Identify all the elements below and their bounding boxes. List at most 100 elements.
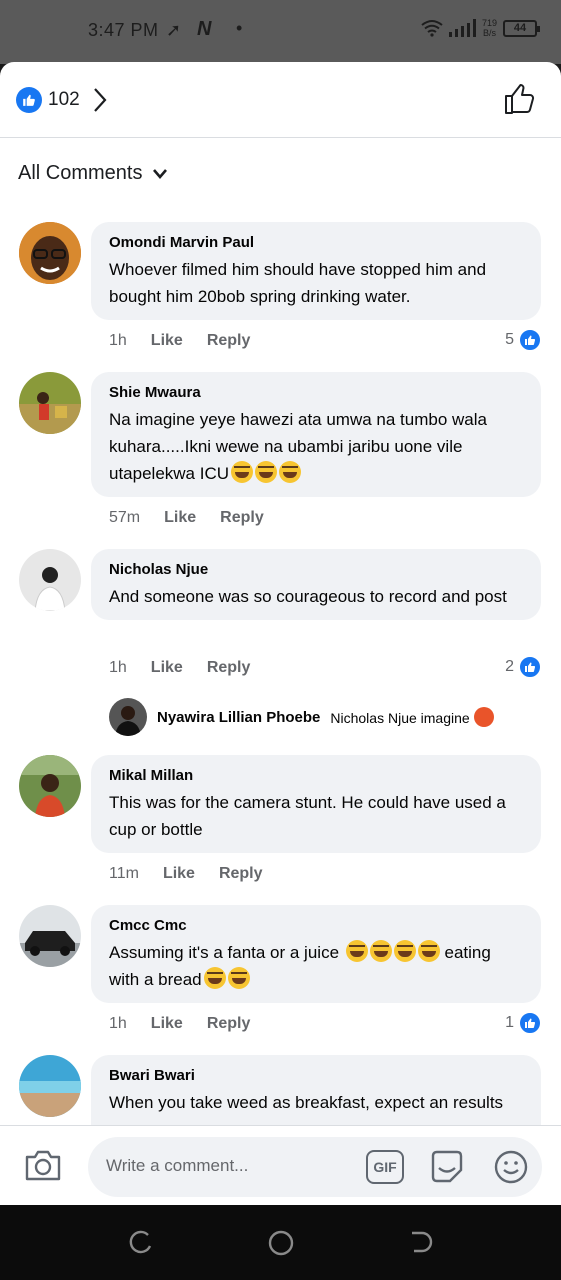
smiley-icon (494, 1150, 528, 1184)
app-notification-icon: N (197, 18, 212, 40)
comment-text: When you take weed as breakfast, expect … (109, 1093, 504, 1112)
comment-actions: 1h Like Reply (109, 659, 250, 677)
comment-bubble: Omondi Marvin Paul Whoever filmed him sh… (91, 222, 541, 320)
comment-like-count[interactable]: 2 (505, 655, 542, 679)
comment-bubble: Cmcc Cmc Assuming it's a fanta or a juic… (91, 905, 541, 1003)
comment-text: Whoever filmed him should have stopped h… (109, 260, 487, 306)
reply-text: Nicholas Njue imagine (330, 707, 494, 727)
like-button[interactable]: Like (163, 865, 195, 883)
comment-actions: 57m Like Reply (109, 509, 264, 527)
comment-time[interactable]: 1h (109, 332, 127, 350)
rofl-emoji-icon (227, 967, 250, 989)
like-reaction-icon (518, 1011, 542, 1035)
like-button[interactable]: Like (151, 659, 183, 677)
home-icon (268, 1230, 294, 1256)
angry-emoji-icon (473, 707, 494, 727)
laughing-emoji-icon (279, 461, 302, 483)
reply-preview[interactable]: Nyawira Lillian Phoebe Nicholas Njue ima… (109, 698, 494, 736)
comment-bubble: Nicholas Njue And someone was so courage… (91, 549, 541, 620)
comment-time[interactable]: 1h (109, 659, 127, 677)
sticker-button[interactable] (428, 1148, 466, 1191)
comment-input[interactable]: Write a comment... GIF (88, 1137, 542, 1197)
net-speed: 719 B/s (481, 18, 497, 38)
avatar[interactable] (19, 755, 81, 817)
laughing-emoji-icon (231, 461, 254, 483)
laughing-emoji-icon (255, 461, 278, 483)
like-reaction-icon (16, 87, 42, 113)
like-button[interactable]: Like (164, 509, 196, 527)
avatar[interactable] (19, 372, 81, 434)
signal-icon (448, 19, 476, 37)
comment-author[interactable]: Bwari Bwari (109, 1066, 523, 1086)
rofl-emoji-icon (417, 940, 440, 962)
comment-text: Assuming it's a fanta or a juice eating … (109, 939, 523, 993)
comment-composer: Write a comment... GIF (0, 1125, 561, 1205)
status-bar: 3:47 PM ➚ N • 719 B/s 44 (0, 0, 561, 64)
like-button[interactable]: Like (151, 332, 183, 350)
rofl-emoji-icon (393, 940, 416, 962)
like-reaction-icon (518, 328, 542, 352)
comment-bubble: Mikal Millan This was for the camera stu… (91, 755, 541, 853)
comment-time[interactable]: 11m (109, 865, 139, 883)
comment-text: This was for the camera stunt. He could … (109, 793, 506, 839)
emoji-button[interactable] (492, 1148, 530, 1191)
chevron-down-icon (153, 168, 168, 179)
comment-author[interactable]: Shie Mwaura (109, 383, 523, 403)
comment-like-count[interactable]: 5 (505, 328, 542, 352)
comment-like-count[interactable]: 1 (505, 1011, 542, 1035)
avatar[interactable] (109, 698, 147, 736)
comment-actions: 11m Like Reply (109, 865, 263, 883)
like-reaction-icon (518, 655, 542, 679)
avatar[interactable] (19, 549, 81, 611)
avatar[interactable] (19, 222, 81, 284)
more-notifications-dot-icon: • (236, 18, 243, 38)
camera-button[interactable] (24, 1148, 62, 1187)
like-button[interactable]: Like (151, 1015, 183, 1033)
comment-author[interactable]: Omondi Marvin Paul (109, 233, 523, 253)
reply-button[interactable]: Reply (207, 332, 251, 350)
comment-actions: 1h Like Reply (109, 332, 250, 350)
avatar[interactable] (19, 905, 81, 967)
status-time: 3:47 PM (88, 20, 159, 40)
comment-author[interactable]: Cmcc Cmc (109, 916, 523, 936)
sticker-icon (431, 1150, 463, 1183)
like-post-button[interactable] (503, 82, 537, 121)
notification-icon: ➚ (166, 20, 182, 40)
avatar[interactable] (19, 1055, 81, 1117)
rofl-emoji-icon (345, 940, 368, 962)
reply-button[interactable]: Reply (207, 1015, 251, 1033)
status-indicators: 719 B/s 44 (421, 18, 540, 38)
recents-button[interactable] (128, 1229, 154, 1260)
comment-bubble: Shie Mwaura Na imagine yeye hawezi ata u… (91, 372, 541, 497)
reply-author[interactable]: Nyawira Lillian Phoebe (157, 709, 320, 726)
comment-author[interactable]: Mikal Millan (109, 766, 523, 786)
comments-sheet: 102 All Comments Omondi Marvin Paul Whoe… (0, 62, 561, 1205)
comment-actions: 1h Like Reply (109, 1015, 250, 1033)
rofl-emoji-icon (369, 940, 392, 962)
gif-button[interactable]: GIF (366, 1150, 404, 1184)
comment-text: Na imagine yeye hawezi ata umwa na tumbo… (109, 410, 487, 483)
thumbs-up-icon (505, 84, 535, 114)
rofl-emoji-icon (203, 967, 226, 989)
home-button[interactable] (267, 1229, 295, 1262)
battery-icon: 44 (503, 19, 540, 37)
comment-author[interactable]: Nicholas Njue (109, 560, 523, 580)
camera-icon (25, 1150, 61, 1181)
reply-button[interactable]: Reply (219, 865, 263, 883)
chevron-right-icon[interactable] (92, 87, 108, 113)
sort-label: All Comments (18, 162, 143, 184)
back-icon (412, 1231, 433, 1253)
recents-icon (129, 1230, 152, 1254)
back-button[interactable] (408, 1229, 434, 1260)
wifi-icon (421, 20, 443, 37)
comment-text: And someone was so courageous to record … (109, 587, 507, 606)
comment-time[interactable]: 57m (109, 509, 140, 527)
reaction-count: 102 (48, 89, 80, 110)
comment-time[interactable]: 1h (109, 1015, 127, 1033)
comment-sort-dropdown[interactable]: All Comments (18, 162, 168, 185)
reply-button[interactable]: Reply (220, 509, 264, 527)
header-divider (0, 137, 561, 138)
comment-placeholder: Write a comment... (106, 1156, 249, 1175)
reply-button[interactable]: Reply (207, 659, 251, 677)
reactions-summary[interactable]: 102 (16, 86, 108, 114)
